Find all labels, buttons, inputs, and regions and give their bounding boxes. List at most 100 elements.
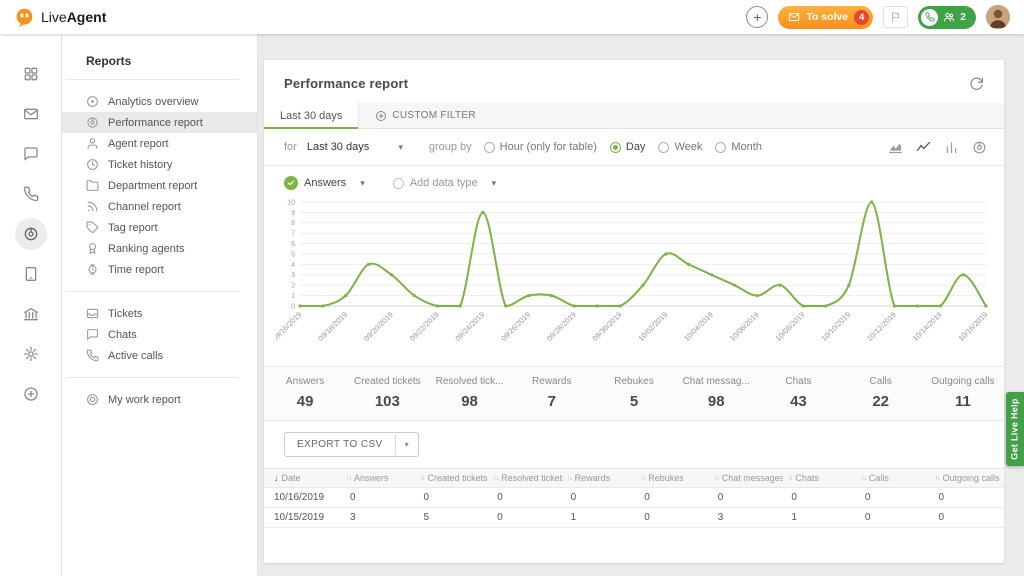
line-chart-button[interactable] — [912, 136, 934, 158]
sidebar-item-analytics-overview[interactable]: Analytics overview — [62, 91, 257, 112]
top-bar: LiveAgent + To solve 4 2 — [0, 0, 1024, 34]
svg-text:9: 9 — [291, 210, 295, 217]
phone-icon — [925, 12, 935, 22]
gear-icon — [23, 346, 39, 362]
sort-icon: ↑↓ — [640, 475, 645, 482]
phone-icon — [23, 186, 39, 202]
get-live-help-label: Get Live Help — [1010, 398, 1020, 459]
column-outgoing-calls[interactable]: ↑↓Outgoing calls — [930, 473, 1004, 483]
column-date[interactable]: ↓Date — [264, 473, 342, 483]
for-label: for — [284, 141, 297, 153]
radio-hour-only-for-table[interactable]: Hour (only for table) — [484, 141, 597, 153]
card-header: Performance report — [264, 60, 1004, 103]
rail-item-calls[interactable] — [15, 178, 47, 210]
rail-item-tickets[interactable] — [15, 98, 47, 130]
column-chats[interactable]: ↑↓Chats — [783, 473, 857, 483]
add-data-type-button[interactable]: Add data type ▾ — [393, 177, 496, 189]
clock-icon — [86, 158, 99, 171]
chat-icon — [86, 328, 99, 341]
sidebar-item-department-report[interactable]: Department report — [62, 175, 257, 196]
active-calls-button[interactable]: 2 — [918, 6, 976, 29]
tab-last-30-days[interactable]: Last 30 days — [264, 103, 359, 128]
svg-text:5: 5 — [291, 251, 295, 258]
table-row[interactable]: 10/16/2019000000000 — [264, 488, 1004, 508]
sidebar-item-channel-report[interactable]: Channel report — [62, 196, 257, 217]
sort-icon: ↑↓ — [934, 475, 939, 482]
to-solve-button[interactable]: To solve 4 — [778, 6, 873, 29]
rail-item-billing[interactable] — [15, 298, 47, 330]
rail-item-chats[interactable] — [15, 138, 47, 170]
sidebar-item-tag-report[interactable]: Tag report — [62, 217, 257, 238]
column-resolved-tickets[interactable]: ↑↓Resolved tickets — [489, 473, 563, 483]
phone-icon — [86, 349, 99, 362]
radio-month[interactable]: Month — [715, 141, 762, 153]
svg-text:10/04/2019: 10/04/2019 — [682, 310, 715, 343]
filter-tabs: Last 30 daysCUSTOM FILTER — [264, 103, 1004, 129]
svg-text:10/14/2019: 10/14/2019 — [911, 310, 944, 343]
range-dropdown[interactable]: Last 30 days ▾ — [307, 141, 403, 153]
sidebar-item-time-report[interactable]: Time report — [62, 259, 257, 280]
bar-chart-button[interactable] — [940, 136, 962, 158]
column-answers[interactable]: ↑↓Answers — [342, 473, 416, 483]
rail-item-dashboard[interactable] — [15, 58, 47, 90]
range-value: Last 30 days — [307, 141, 369, 153]
tablet-icon — [23, 266, 39, 282]
phone-circle — [921, 9, 938, 26]
get-live-help-button[interactable]: Get Live Help — [1006, 392, 1024, 466]
column-created-tickets[interactable]: ↑↓Created tickets — [416, 473, 490, 483]
watch-icon — [86, 263, 99, 276]
column-rewards[interactable]: ↑↓Rewards — [563, 473, 637, 483]
top-actions: + To solve 4 2 — [746, 5, 1010, 29]
report-card: Performance report Last 30 daysCUSTOM FI… — [264, 60, 1004, 563]
brand-logo[interactable]: LiveAgent — [14, 7, 106, 28]
radio-week[interactable]: Week — [658, 141, 702, 153]
avatar[interactable] — [986, 5, 1010, 29]
target-icon — [86, 393, 99, 406]
svg-text:3: 3 — [291, 272, 295, 279]
sidebar-item-agent-report[interactable]: Agent report — [62, 133, 257, 154]
stat-rebukes: Rebukes5 — [593, 376, 675, 410]
performance-chart: 01234567891009/16/201909/18/201909/20/20… — [264, 190, 1004, 364]
tab-custom-filter[interactable]: CUSTOM FILTER — [359, 103, 492, 128]
rail-item-add-new[interactable] — [15, 378, 47, 410]
area-chart-button[interactable] — [884, 136, 906, 158]
svg-text:1: 1 — [291, 293, 295, 300]
export-csv-button[interactable]: EXPORT TO CSV ▾ — [284, 432, 419, 457]
sidebar-item-active-calls[interactable]: Active calls — [62, 345, 257, 366]
column-chat-messages[interactable]: ↑↓Chat messages — [710, 473, 784, 483]
sidebar-item-ticket-history[interactable]: Ticket history — [62, 154, 257, 175]
svg-text:09/18/2019: 09/18/2019 — [316, 310, 349, 343]
rail-item-settings[interactable] — [15, 338, 47, 370]
to-solve-count-badge: 4 — [854, 10, 869, 25]
svg-text:10/12/2019: 10/12/2019 — [865, 310, 898, 343]
create-new-button[interactable]: + — [746, 6, 768, 28]
table-header: ↓Date↑↓Answers↑↓Created tickets↑↓Resolve… — [264, 468, 1004, 488]
flag-button[interactable] — [883, 6, 908, 28]
refresh-button[interactable] — [969, 76, 984, 91]
add-data-type-label: Add data type — [410, 177, 478, 189]
sort-icon: ↓ — [274, 473, 279, 483]
legend-row: Answers ▾ Add data type ▾ — [264, 166, 1004, 190]
sidebar-item-my-work-report[interactable]: My work report — [62, 389, 257, 410]
folder-icon — [86, 179, 99, 192]
export-caret-icon[interactable]: ▾ — [395, 434, 418, 455]
table-row[interactable]: 10/15/2019350103100 — [264, 508, 1004, 528]
report-table: ↓Date↑↓Answers↑↓Created tickets↑↓Resolve… — [264, 468, 1004, 528]
sidebar-item-chats[interactable]: Chats — [62, 324, 257, 345]
sidebar-item-performance-report[interactable]: Performance report — [62, 112, 257, 133]
rail-item-reports[interactable] — [15, 218, 47, 250]
donut-chart-button[interactable] — [968, 136, 990, 158]
sort-icon: ↑↓ — [714, 475, 719, 482]
series-dropdown[interactable]: Answers ▾ — [284, 176, 365, 190]
people-icon — [943, 11, 955, 23]
sidebar-item-ranking-agents[interactable]: Ranking agents — [62, 238, 257, 259]
stat-chats: Chats43 — [757, 376, 839, 410]
column-calls[interactable]: ↑↓Calls — [857, 473, 931, 483]
svg-text:09/22/2019: 09/22/2019 — [408, 310, 441, 343]
brand-name: LiveAgent — [41, 9, 106, 25]
sidebar-item-tickets[interactable]: Tickets — [62, 303, 257, 324]
radio-circle-icon — [715, 142, 726, 153]
rail-item-devices[interactable] — [15, 258, 47, 290]
radio-day[interactable]: Day — [610, 141, 646, 153]
column-rebukes[interactable]: ↑↓Rebukes — [636, 473, 710, 483]
